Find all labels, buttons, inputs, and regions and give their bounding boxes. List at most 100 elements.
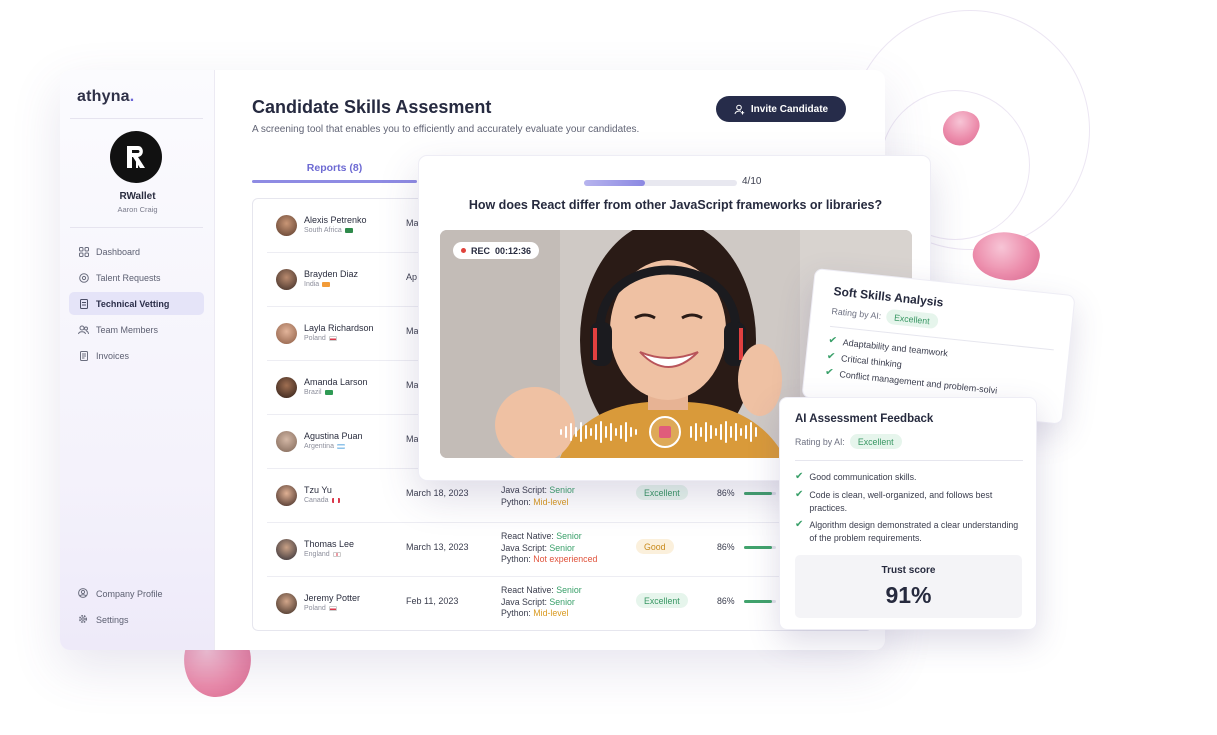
audio-waveform-left (560, 420, 637, 444)
question-counter: 4/10 (742, 176, 762, 187)
rating-badge: Excellent (636, 485, 688, 500)
avatar (276, 539, 297, 560)
skills-list: React Native: Senior Java Script: Senior… (501, 531, 597, 566)
rwallet-logo-icon (127, 146, 145, 168)
nav-label: Company Profile (96, 588, 163, 599)
nav-technical-vetting[interactable]: Technical Vetting (69, 292, 204, 315)
stop-recording-button[interactable] (649, 416, 681, 448)
stage: athyna. RWallet Aaron Craig Dashboard Ta… (0, 0, 1217, 735)
flag-icon (328, 605, 337, 611)
flag-icon (336, 443, 345, 449)
add-user-icon (734, 104, 745, 114)
nav-label: Dashboard (96, 246, 141, 257)
candidate-country: Canada (304, 497, 340, 504)
nav-settings[interactable]: Settings (69, 608, 204, 631)
flag-icon (328, 335, 337, 341)
candidate-country: Poland (304, 335, 337, 342)
divider (795, 460, 1023, 461)
skill-item: Java Script: Senior (501, 596, 575, 607)
score-percent: 86% (717, 542, 735, 552)
skill-item: Python: Not experienced (501, 554, 598, 564)
check-icon: ✔ (826, 350, 836, 363)
invite-label: Invite Candidate (750, 103, 829, 115)
ai-feedback-rating: Rating by AI: Excellent (795, 434, 902, 449)
trust-score-value: 91% (885, 582, 932, 608)
candidate-country: Brazil (304, 389, 333, 396)
candidate-country: Poland (304, 605, 337, 612)
invite-candidate-button[interactable]: Invite Candidate (716, 96, 846, 122)
skills-list: React Native: Senior Java Script: Senior… (501, 585, 582, 620)
assessment-date: Feb 11, 2023 (406, 596, 459, 606)
assessment-date: Ma (406, 218, 419, 228)
avatar (276, 485, 297, 506)
divider (70, 227, 203, 228)
ai-feedback-card: AI Assessment Feedback Rating by AI: Exce… (779, 397, 1037, 630)
flag-icon (332, 551, 341, 557)
document-icon (78, 298, 89, 309)
score-percent: 86% (717, 488, 735, 498)
candidate-name: Amanda Larson (304, 377, 368, 387)
score-percent: 86% (717, 596, 735, 606)
table-row[interactable]: Jeremy Potter Poland Feb 11, 2023 React … (267, 577, 867, 631)
avatar (276, 323, 297, 344)
candidate-name: Alexis Petrenko (304, 215, 367, 225)
invoice-icon (78, 350, 89, 361)
table-row[interactable]: Thomas Lee England March 13, 2023 React … (267, 523, 867, 577)
nav-label: Invoices (96, 350, 130, 361)
candidate-name: Layla Richardson (304, 323, 374, 333)
nav-talent-requests[interactable]: Talent Requests (69, 266, 204, 289)
avatar (276, 269, 297, 290)
logo[interactable]: athyna. (77, 88, 134, 106)
sidebar: athyna. RWallet Aaron Craig Dashboard Ta… (60, 70, 215, 650)
assessment-date: Ma (406, 380, 419, 390)
flag-icon (324, 389, 333, 395)
rating-badge: Excellent (636, 593, 688, 608)
question-text: How does React differ from other JavaScr… (468, 198, 883, 212)
nav-dashboard[interactable]: Dashboard (69, 240, 204, 263)
assessment-date: Ma (406, 326, 419, 336)
company-avatar (110, 131, 162, 183)
skill-item: Java Script: Senior (501, 542, 575, 553)
candidate-country: Argentina (304, 443, 345, 450)
users-icon (78, 324, 89, 335)
tab-active-indicator (252, 180, 417, 183)
nav-company-profile[interactable]: Company Profile (69, 582, 204, 605)
divider (70, 118, 203, 119)
soft-skill-item: ✔ Critical thinking (826, 350, 903, 370)
score-bar (744, 600, 776, 603)
assessment-date: Ma (406, 434, 419, 444)
question-progress-bar (584, 180, 737, 186)
candidate-name: Jeremy Potter (304, 593, 361, 603)
flag-icon (331, 497, 340, 503)
feedback-item: ✔ Code is clean, well-organized, and foll… (795, 489, 993, 513)
skill-item: Python: Mid-level (501, 608, 569, 618)
nav-label: Talent Requests (96, 272, 161, 283)
avatar (276, 377, 297, 398)
tab-reports[interactable]: Reports (8) (252, 162, 417, 174)
skills-list: Java Script: Senior Python: Mid-level (501, 485, 575, 508)
recording-indicator: REC 00:12:36 (453, 242, 540, 259)
page-subtitle: A screening tool that enables you to eff… (252, 124, 640, 135)
company-name: RWallet (119, 191, 156, 202)
assessment-date: March 18, 2023 (406, 488, 469, 498)
nav-label: Settings (96, 614, 129, 625)
nav-label: Team Members (96, 324, 159, 335)
grid-icon (78, 246, 89, 257)
candidate-name: Brayden Diaz (304, 269, 359, 279)
candidate-country: England (304, 551, 341, 558)
soft-skill-item: ✔ Conflict management and problem-solvi (824, 366, 998, 396)
rating-badge: Excellent (849, 434, 902, 449)
ai-feedback-title: AI Assessment Feedback (795, 413, 934, 425)
page-title: Candidate Skills Assesment (252, 97, 492, 117)
nav-invoices[interactable]: Invoices (69, 344, 204, 367)
check-icon: ✔ (827, 334, 838, 347)
assessment-date: Ap (406, 272, 418, 282)
score-bar (744, 546, 776, 549)
candidate-name: Agustina Puan (304, 431, 363, 441)
check-icon: ✔ (795, 489, 804, 500)
feedback-item: ✔ Good communication skills. (795, 471, 917, 482)
nav-team-members[interactable]: Team Members (69, 318, 204, 341)
flag-icon (344, 227, 353, 233)
avatar (276, 431, 297, 452)
check-icon: ✔ (795, 471, 804, 482)
